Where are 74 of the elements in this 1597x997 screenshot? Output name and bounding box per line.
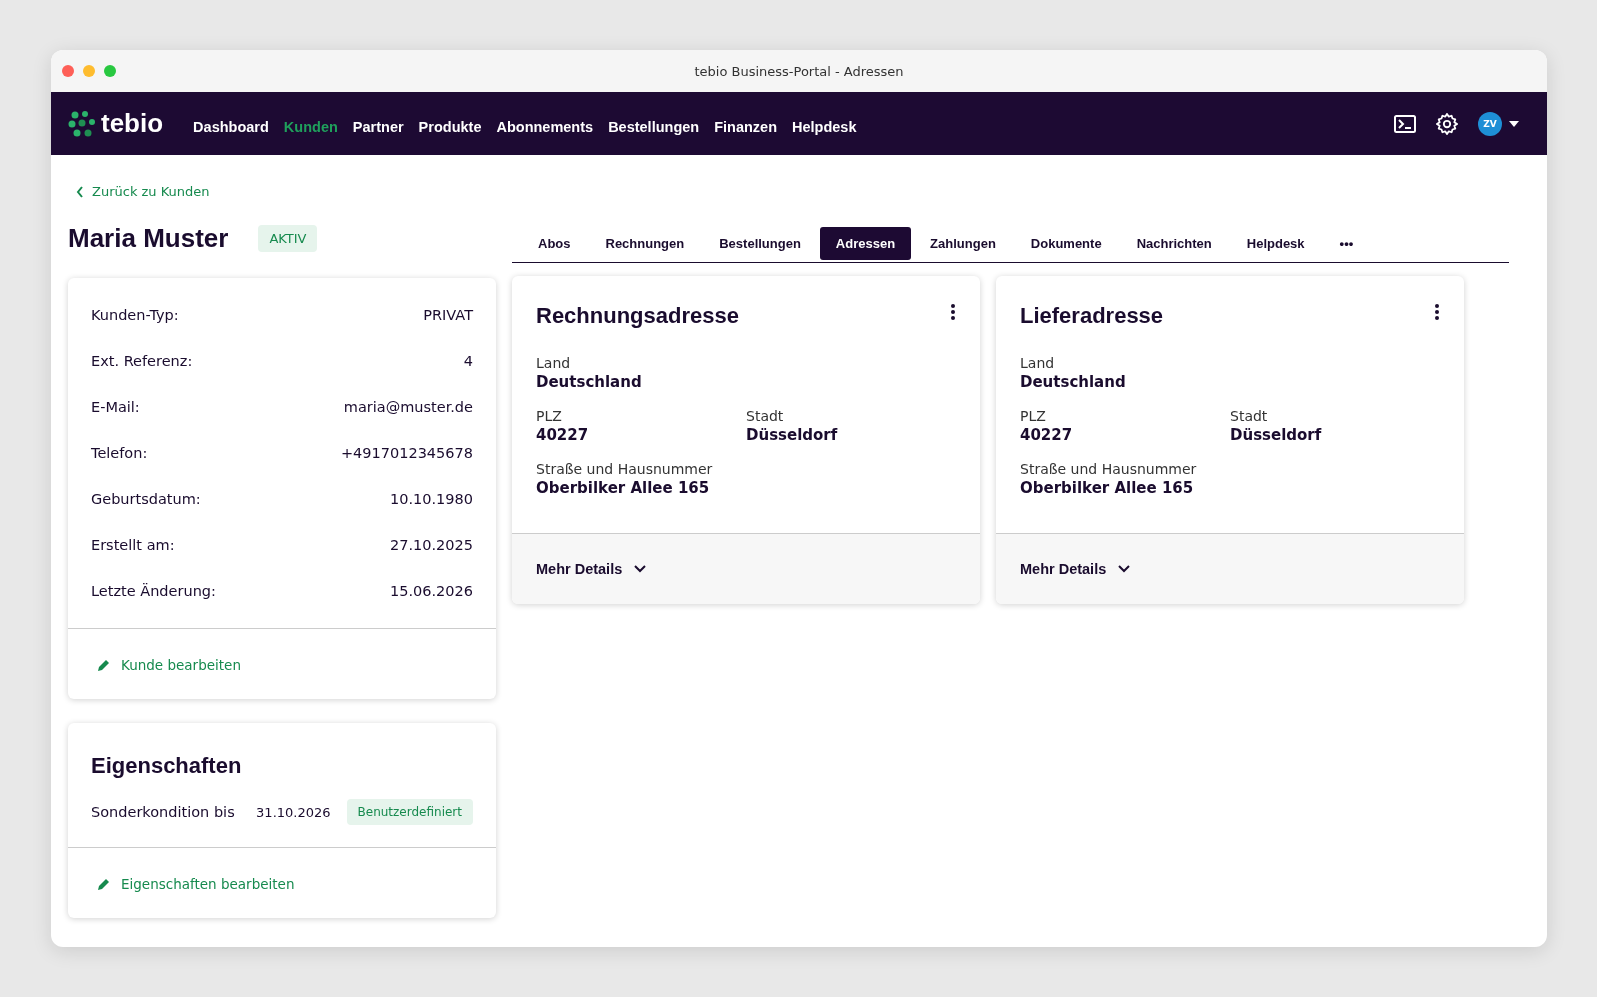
pencil-icon (97, 877, 111, 891)
detail-value: +4917012345678 (340, 445, 473, 461)
field-label: Straße und Hausnummer (536, 461, 714, 477)
more-details-button[interactable]: Mehr Details (536, 561, 647, 577)
field-label: PLZ (1020, 408, 1047, 424)
nav-link[interactable]: Bestellungen (608, 118, 700, 135)
detail-label: Erstellt am: (91, 537, 175, 553)
chevron-down-icon (1118, 565, 1131, 573)
terminal-icon[interactable] (1394, 114, 1416, 133)
field-value: 40227 (1020, 426, 1074, 444)
detail-value: 4 (463, 353, 473, 369)
tab[interactable]: Bestellungen (703, 227, 817, 260)
detail-value: PRIVAT (423, 307, 473, 323)
tab[interactable]: Zahlungen (914, 227, 1012, 260)
close-button[interactable] (62, 65, 74, 77)
tab[interactable]: Helpdesk (1230, 227, 1321, 260)
customer-name: Maria Muster (68, 223, 229, 254)
more-details-button[interactable]: Mehr Details (1020, 561, 1131, 577)
field-value: Düsseldorf (746, 426, 839, 444)
nav-link[interactable]: Finanzen (714, 118, 777, 135)
chevron-down-icon (634, 565, 647, 573)
field-label: Stadt (746, 408, 785, 424)
detail-label: Telefon: (91, 445, 148, 461)
field-value: Düsseldorf (1230, 426, 1323, 444)
property-date: 31.10.2026 (256, 804, 331, 820)
brand-name: tebio (101, 108, 164, 139)
detail-label: Ext. Referenz: (91, 353, 193, 369)
tab[interactable]: Rechnungen (589, 227, 701, 260)
nav-link[interactable]: Produkte (418, 118, 482, 135)
field-value: Deutschland (536, 373, 643, 391)
property-tag: Benutzerdefiniert (346, 799, 473, 825)
detail-label: Letzte Änderung: (91, 583, 216, 599)
edit-customer-link[interactable]: Kunde bearbeiten (97, 657, 467, 673)
window-title: tebio Business-Portal - Adressen (694, 63, 904, 79)
nav-link[interactable]: Helpdesk (792, 118, 857, 135)
detail-value: 27.10.2025 (389, 537, 473, 553)
tab[interactable]: Abos (522, 227, 587, 260)
property-label: Sonderkondition bis (91, 804, 236, 820)
more-options-icon[interactable] (1434, 303, 1440, 321)
field-value: Oberbilker Allee 165 (1020, 479, 1195, 497)
chevron-left-icon (76, 185, 84, 198)
field-label: Straße und Hausnummer (1020, 461, 1198, 477)
field-value: Deutschland (1020, 373, 1127, 391)
detail-label: Geburtsdatum: (91, 491, 201, 507)
logo-icon (68, 109, 96, 138)
status-badge: AKTIV (258, 225, 318, 252)
caret-icon[interactable] (1509, 120, 1519, 127)
field-label: Land (1020, 355, 1056, 371)
settings-icon[interactable] (1436, 112, 1458, 135)
pencil-icon (97, 658, 111, 672)
field-label: Land (536, 355, 572, 371)
field-label: Stadt (1230, 408, 1269, 424)
nav-link[interactable]: Partner (352, 118, 404, 135)
tab[interactable]: Nachrichten (1120, 227, 1228, 260)
more-options-icon[interactable] (950, 303, 956, 321)
detail-value: 15.06.2026 (389, 583, 473, 599)
detail-value: 10.10.1980 (389, 491, 473, 507)
nav-link[interactable]: Abonnements (496, 118, 594, 135)
tab[interactable]: ••• (1323, 227, 1370, 260)
detail-value: maria@muster.de (343, 399, 473, 415)
edit-properties-link[interactable]: Eigenschaften bearbeiten (97, 876, 467, 892)
field-value: Oberbilker Allee 165 (536, 479, 711, 497)
card-title: Rechnungsadresse (536, 303, 739, 329)
card-title: Eigenschaften (91, 753, 243, 779)
field-value: 40227 (536, 426, 590, 444)
detail-label: Kunden-Typ: (91, 307, 179, 323)
field-label: PLZ (536, 408, 563, 424)
tab[interactable]: Dokumente (1014, 227, 1118, 260)
card-title: Lieferadresse (1020, 303, 1164, 329)
back-link[interactable]: Zurück zu Kunden (76, 184, 496, 199)
nav-link[interactable]: Kunden (283, 118, 338, 135)
tab[interactable]: Adressen (819, 227, 912, 260)
nav-link[interactable]: Dashboard (193, 118, 269, 135)
detail-label: E-Mail: (91, 399, 140, 415)
